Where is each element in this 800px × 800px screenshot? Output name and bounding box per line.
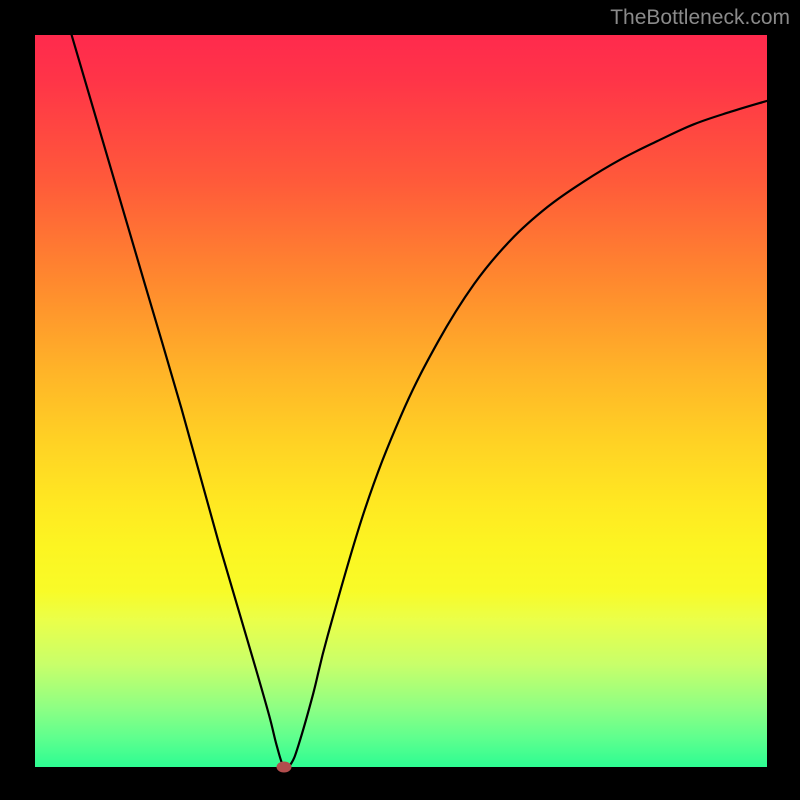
minimum-marker [276,762,291,773]
bottleneck-curve [35,35,767,767]
plot-area [35,35,767,767]
watermark-text: TheBottleneck.com [610,6,790,30]
